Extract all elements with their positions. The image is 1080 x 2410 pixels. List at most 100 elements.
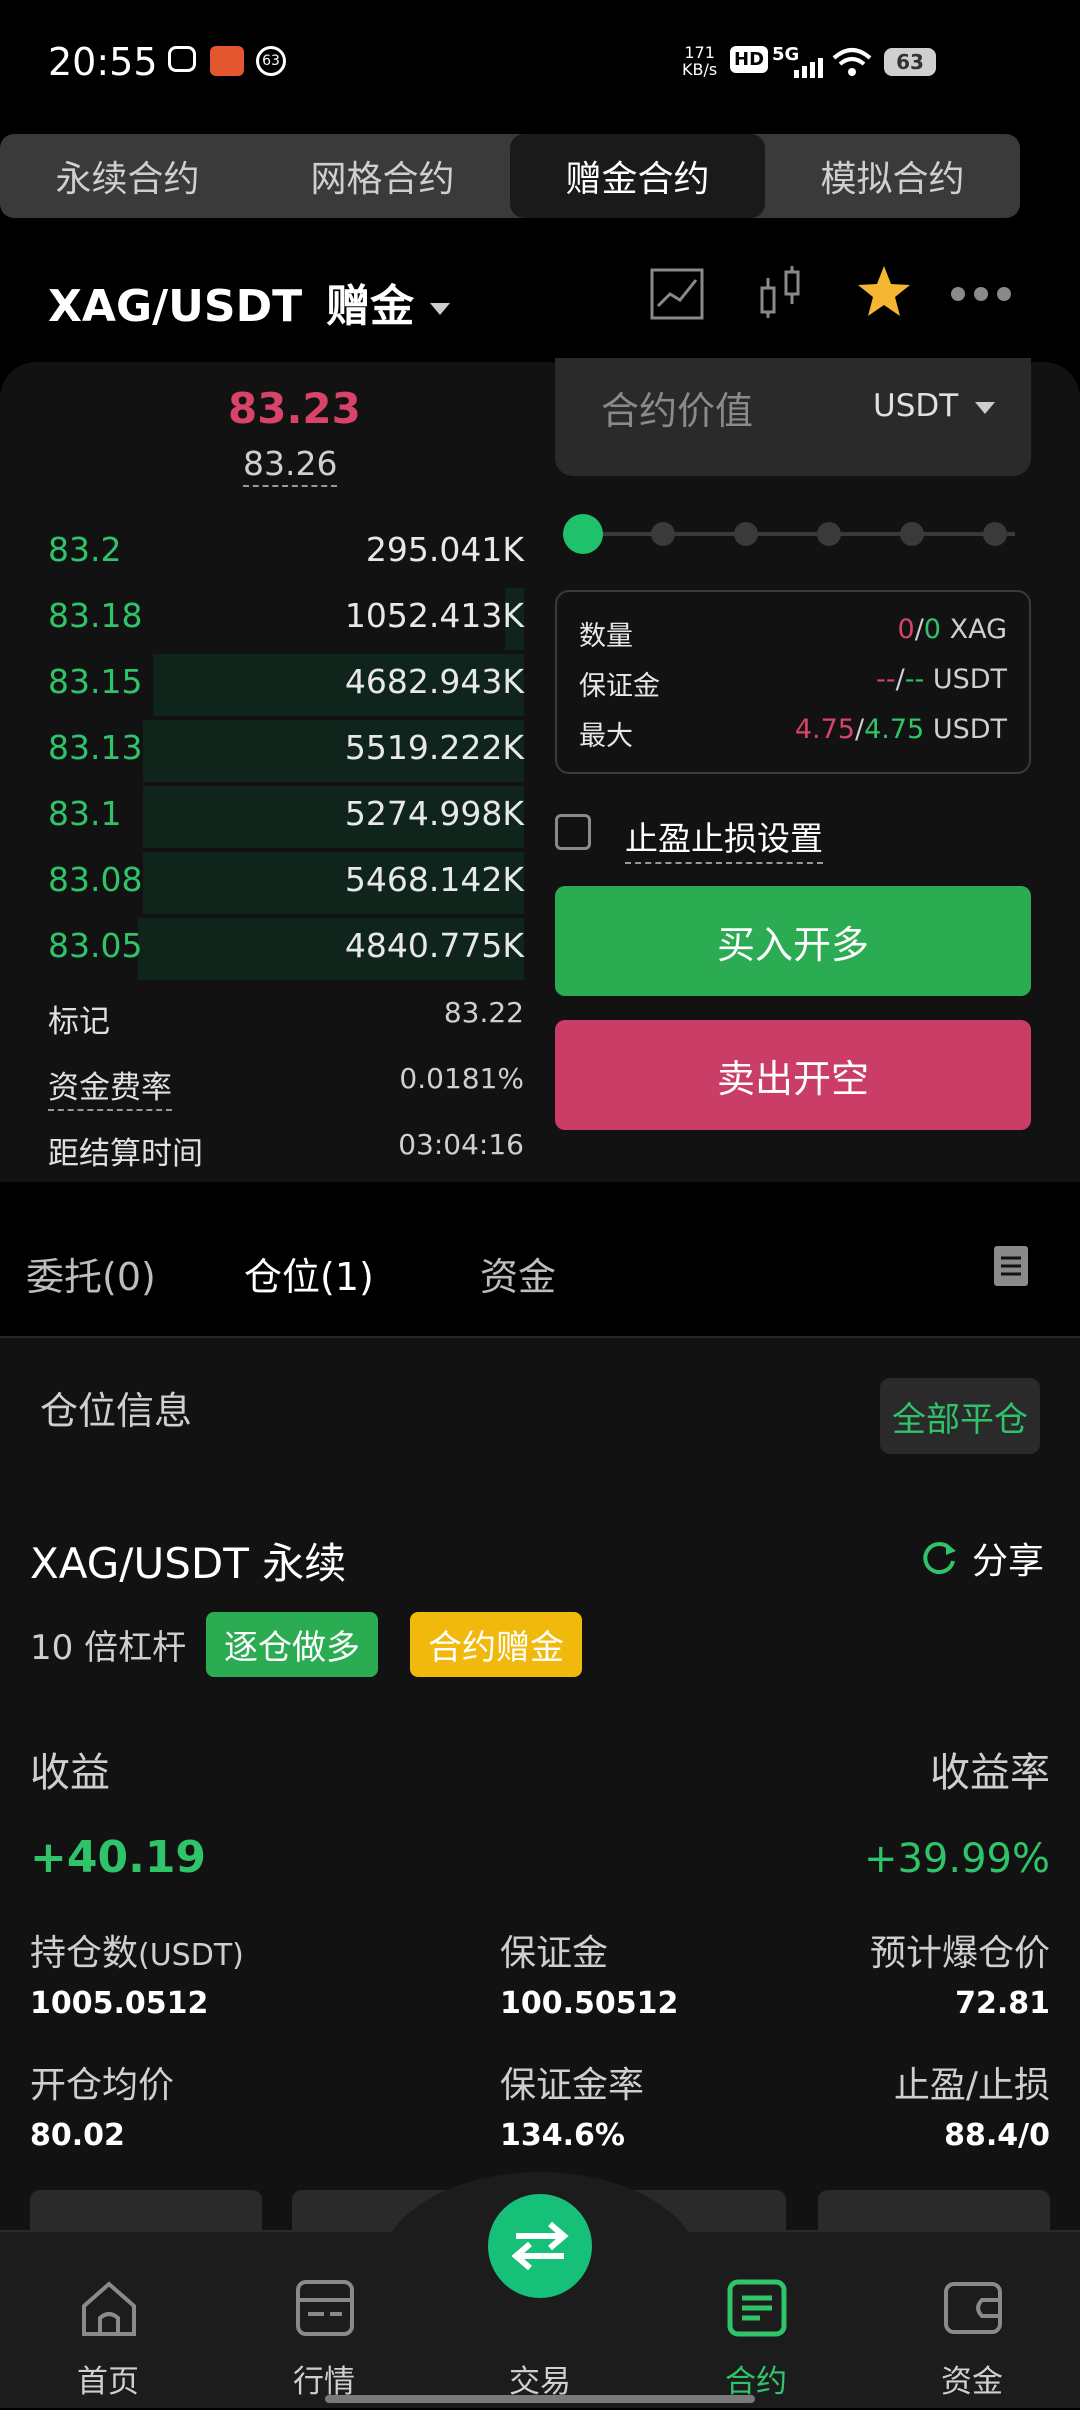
nav-home-label: 首页 <box>77 2364 139 2400</box>
bid-price: 83.13 <box>48 728 143 767</box>
pair-symbol: XAG/USDT <box>48 281 303 332</box>
margin-value: 100.50512 <box>500 1986 679 2021</box>
entry-price-label: 开仓均价 <box>30 2065 175 2106</box>
tab-perpetual[interactable]: 永续合约 <box>0 134 255 218</box>
tab-orders[interactable]: 委托(0) <box>26 1246 156 1301</box>
pair-selector[interactable]: XAG/USDT 赠金 <box>48 270 451 334</box>
isolated-long-badge: 逐仓做多 <box>206 1612 378 1677</box>
max-row: 最大 4.75/4.75 USDT <box>579 714 1007 754</box>
buy-long-button[interactable]: 买入开多 <box>555 886 1031 996</box>
record-tabs: 委托(0) 仓位(1) 资金 <box>0 1220 1080 1336</box>
market-icon <box>296 2280 354 2336</box>
pair-header: XAG/USDT 赠金 <box>0 250 1080 340</box>
qty-unit: XAG <box>949 614 1007 645</box>
slider-step[interactable] <box>983 522 1007 546</box>
tab-bonus[interactable]: 赠金合约 <box>510 134 765 218</box>
favorite-star-icon[interactable] <box>856 264 912 320</box>
qty-b: 0 <box>923 614 941 645</box>
more-icon[interactable] <box>950 286 1012 302</box>
funding-label[interactable]: 资金费率 <box>48 1062 172 1111</box>
bonus-badge: 合约赠金 <box>410 1612 582 1677</box>
net-speed-value: 171 <box>684 43 715 62</box>
nav-assets[interactable]: 资金 <box>864 2232 1080 2410</box>
slider-step[interactable] <box>817 522 841 546</box>
bid-row[interactable]: 83.05 4840.775K <box>48 918 524 980</box>
position-symbol: XAG/USDT 永续 <box>30 1539 347 1588</box>
pair-tag: 赠金 <box>326 281 415 332</box>
pnl-value: +40.19 <box>30 1832 207 1883</box>
line-chart-icon[interactable] <box>650 268 704 320</box>
size-value: 1005.0512 <box>30 1986 209 2021</box>
mark-label: 标记 <box>48 1004 110 1040</box>
chevron-down-icon <box>430 303 451 315</box>
slider-thumb[interactable] <box>563 514 603 554</box>
margin-value: --/-- USDT <box>876 664 1007 695</box>
margin-label: 保证金 <box>579 671 660 702</box>
bid-price: 83.2 <box>48 530 122 569</box>
hd-icon: HD <box>730 46 769 73</box>
slider-step[interactable] <box>900 522 924 546</box>
close-all-button[interactable]: 全部平仓 <box>880 1378 1040 1454</box>
qty-a: 0 <box>897 614 915 645</box>
slider-step[interactable] <box>734 522 758 546</box>
nav-trade[interactable]: 交易 <box>432 2184 648 2410</box>
tv-icon <box>168 46 196 72</box>
nav-contract[interactable]: 合约 <box>648 2232 864 2410</box>
qty-label: 数量 <box>579 621 633 652</box>
position-section: 仓位信息 全部平仓 XAG/USDT 永续 分享 10 倍杠杆 逐仓做多 合约赠… <box>0 1338 1080 2240</box>
trade-fab[interactable] <box>478 2184 602 2308</box>
unit-selector[interactable]: USDT <box>873 388 958 424</box>
bid-row[interactable]: 83.1 5274.998K <box>48 786 524 848</box>
max-value: 4.75/4.75 USDT <box>794 714 1007 745</box>
status-bar: 20:55 63 171 KB/s HD 5G 63 <box>0 0 1080 128</box>
nav-assets-label: 资金 <box>941 2364 1003 2400</box>
share-label: 分享 <box>972 1541 1045 1582</box>
wifi-icon <box>832 48 872 76</box>
home-indicator[interactable] <box>325 2395 755 2403</box>
bid-price: 83.18 <box>48 596 143 635</box>
tab-grid[interactable]: 网格合约 <box>255 134 510 218</box>
tpsl-value: 88.4/0 <box>944 2118 1050 2153</box>
qty-row: 数量 0/0 XAG <box>579 614 1007 654</box>
entry-price-value: 80.02 <box>30 2118 125 2153</box>
tpsl-checkbox[interactable] <box>555 814 591 850</box>
tpsl-settings-link[interactable]: 止盈止损设置 <box>625 812 823 864</box>
max-a: 4.75 <box>794 714 855 745</box>
bid-row[interactable]: 83.18 1052.413K <box>48 588 524 650</box>
net-speed: 171 KB/s <box>682 44 717 78</box>
document-icon[interactable] <box>992 1244 1030 1288</box>
bid-row[interactable]: 83.08 5468.142K <box>48 852 524 914</box>
liq-price-value: 72.81 <box>955 1986 1050 2021</box>
home-icon <box>82 2281 136 2336</box>
margin-row: 保证金 --/-- USDT <box>579 664 1007 704</box>
order-summary: 数量 0/0 XAG 保证金 --/-- USDT 最大 4.75/4.75 U… <box>555 590 1031 774</box>
share-button[interactable]: 分享 <box>920 1532 1044 1584</box>
bid-row[interactable]: 83.2 295.041K <box>48 522 524 578</box>
sell-short-button[interactable]: 卖出开空 <box>555 1020 1031 1130</box>
roe-label: 收益率 <box>930 1750 1050 1796</box>
bid-price: 83.15 <box>48 662 143 701</box>
bid-quantity: 5519.222K <box>344 728 524 767</box>
bid-row[interactable]: 83.15 4682.943K <box>48 654 524 716</box>
slider-step[interactable] <box>651 522 675 546</box>
bid-row[interactable]: 83.13 5519.222K <box>48 720 524 782</box>
battery-level: 63 <box>896 50 924 74</box>
bid-price: 83.08 <box>48 860 143 899</box>
tab-funds[interactable]: 资金 <box>480 1246 556 1301</box>
funding-value: 0.0181% <box>399 1062 524 1095</box>
qty-value: 0/0 XAG <box>897 614 1008 645</box>
size-unit: (USDT) <box>138 1938 244 1973</box>
bid-price: 83.05 <box>48 926 143 965</box>
app-notification-icon <box>210 46 244 76</box>
nav-market[interactable]: 行情 <box>216 2232 432 2410</box>
candlestick-icon[interactable] <box>756 264 806 320</box>
tab-demo[interactable]: 模拟合约 <box>765 134 1020 218</box>
settle-value: 03:04:16 <box>398 1128 524 1161</box>
position-section-title: 仓位信息 <box>40 1389 193 1433</box>
nav-home[interactable]: 首页 <box>0 2232 216 2410</box>
contract-value-input[interactable]: 合约价值 USDT <box>555 358 1031 476</box>
liq-price-label: 预计爆仓价 <box>869 1933 1050 1974</box>
index-price[interactable]: 83.26 <box>243 444 338 487</box>
max-unit: USDT <box>932 714 1007 745</box>
tab-positions[interactable]: 仓位(1) <box>244 1246 374 1301</box>
